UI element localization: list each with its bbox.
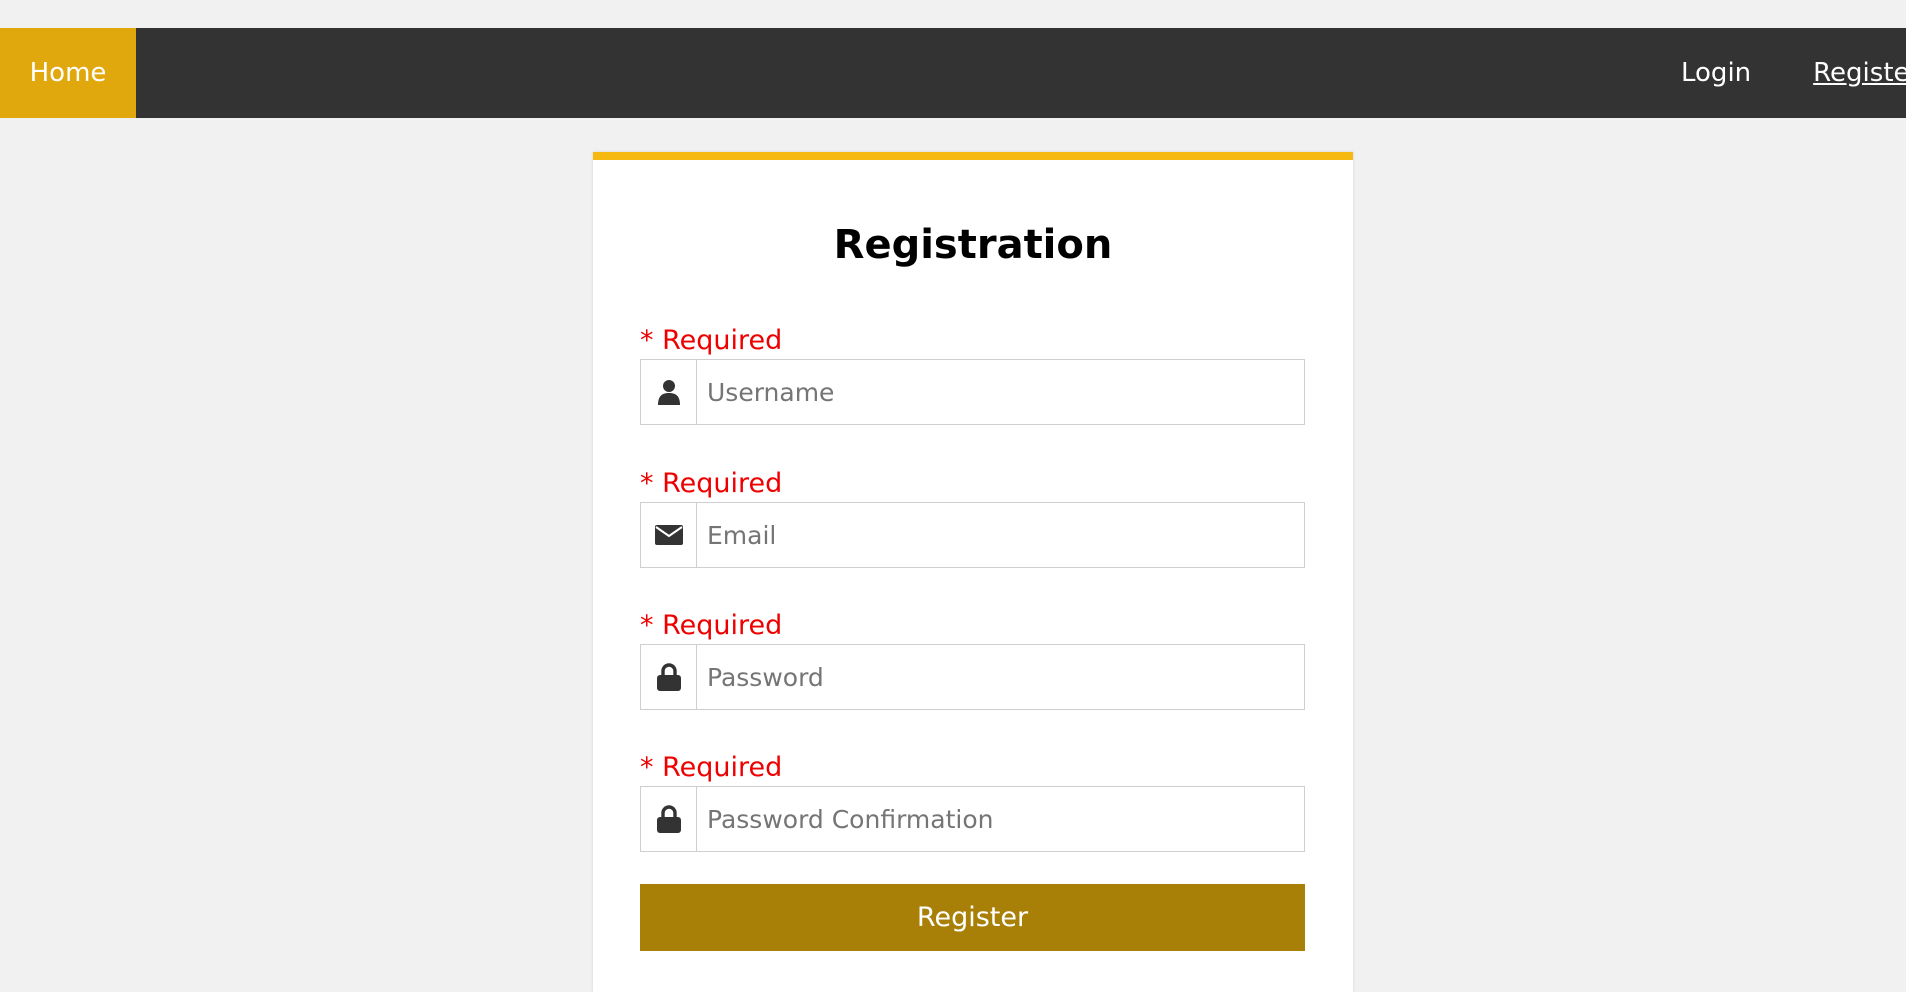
lock-icon: [641, 645, 697, 709]
top-navbar: Home Login Register: [0, 28, 1906, 118]
password-input[interactable]: [697, 645, 1304, 709]
envelope-icon: [641, 503, 697, 567]
registration-card: Registration * Required * Required: [593, 152, 1353, 992]
email-input[interactable]: [697, 503, 1304, 567]
required-label: * Required: [640, 325, 783, 356]
register-button[interactable]: Register: [640, 884, 1305, 951]
nav-right-group: Login Register: [1660, 28, 1906, 118]
required-label: * Required: [640, 752, 783, 783]
required-label: * Required: [640, 468, 783, 499]
email-input-group: [640, 502, 1305, 568]
password-confirmation-input-group: [640, 786, 1305, 852]
username-field-group: * Required: [640, 325, 1305, 425]
password-confirmation-field-group: * Required: [640, 752, 1305, 852]
username-input[interactable]: [697, 360, 1304, 424]
username-input-group: [640, 359, 1305, 425]
lock-icon: [641, 787, 697, 851]
nav-login-link[interactable]: Login: [1681, 58, 1751, 88]
password-confirmation-input[interactable]: [697, 787, 1304, 851]
user-icon: [641, 360, 697, 424]
email-field-group: * Required: [640, 468, 1305, 568]
page-title: Registration: [833, 222, 1113, 268]
nav-register-link[interactable]: Register: [1813, 58, 1906, 88]
required-label: * Required: [640, 610, 783, 641]
password-input-group: [640, 644, 1305, 710]
password-field-group: * Required: [640, 610, 1305, 710]
nav-home-link[interactable]: Home: [0, 28, 136, 118]
